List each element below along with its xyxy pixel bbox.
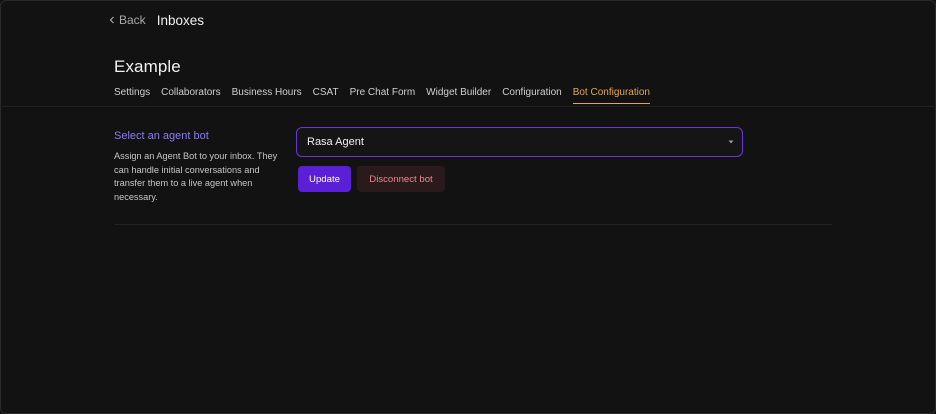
page-title: Example <box>114 57 181 76</box>
tab-bot-configuration[interactable]: Bot Configuration <box>572 87 650 104</box>
caret-down-icon <box>728 140 734 144</box>
tab-configuration[interactable]: Configuration <box>502 87 561 104</box>
back-label: Back <box>119 13 146 27</box>
back-button[interactable]: Back <box>108 13 146 27</box>
tabs-divider <box>0 106 936 107</box>
agent-bot-select-value: Rasa Agent <box>307 136 364 148</box>
tab-business-hours[interactable]: Business Hours <box>232 87 302 104</box>
tab-collaborators[interactable]: Collaborators <box>161 87 220 104</box>
agent-bot-label: Select an agent bot <box>114 130 209 142</box>
agent-bot-select[interactable]: Rasa Agent <box>296 127 743 157</box>
header-title: Inboxes <box>156 12 204 28</box>
tab-bar: Settings Collaborators Business Hours CS… <box>114 87 650 104</box>
tab-widget-builder[interactable]: Widget Builder <box>426 87 491 104</box>
disconnect-bot-button[interactable]: Disconnect bot <box>357 166 445 192</box>
tab-csat[interactable]: CSAT <box>313 87 339 104</box>
tab-settings[interactable]: Settings <box>114 87 150 104</box>
agent-bot-help-text: Assign an Agent Bot to your inbox. They … <box>114 151 278 202</box>
chevron-left-icon <box>109 16 114 24</box>
breadcrumb: Back Inboxes <box>108 11 204 29</box>
tab-pre-chat-form[interactable]: Pre Chat Form <box>350 87 416 104</box>
update-button[interactable]: Update <box>298 166 351 192</box>
section-divider <box>114 224 832 225</box>
